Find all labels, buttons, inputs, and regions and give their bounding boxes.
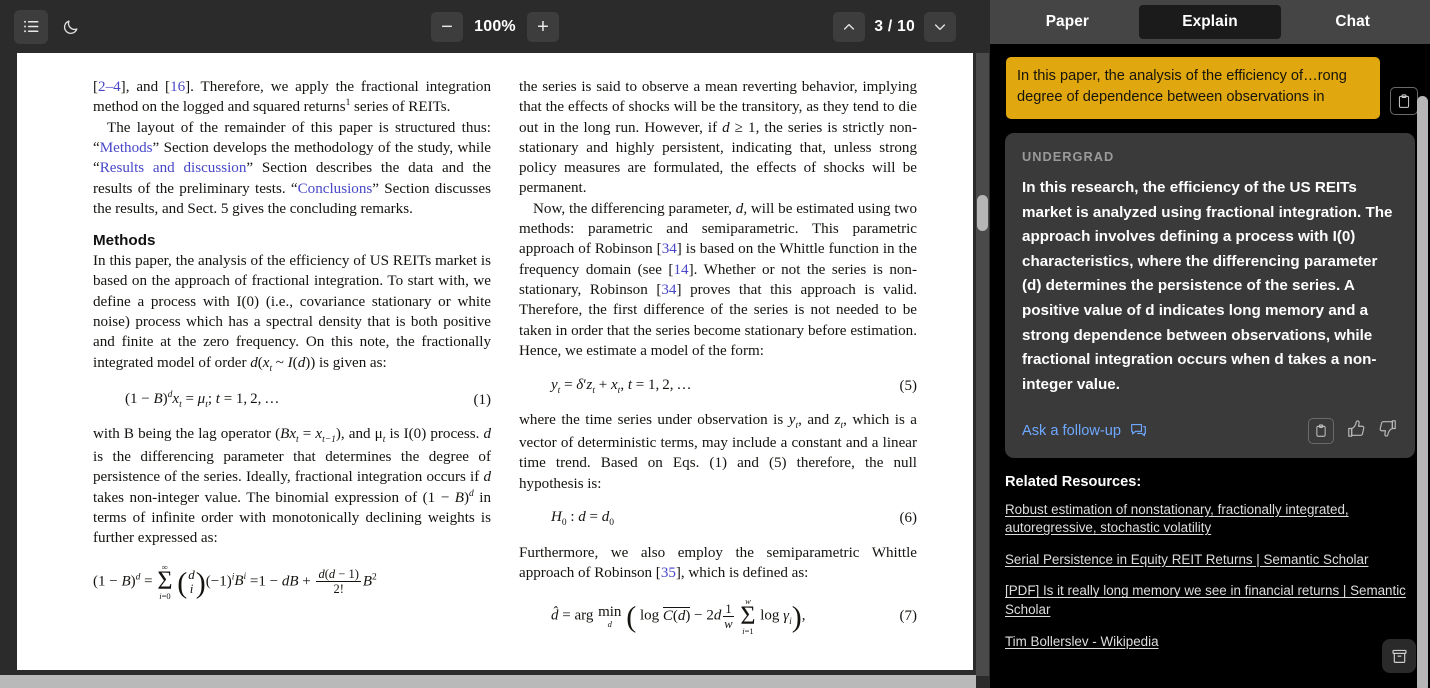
zoom-level-label: 100% — [474, 17, 516, 35]
related-resources: Related Resources: Robust estimation of … — [990, 458, 1430, 652]
paragraph: In this paper, the analysis of the effic… — [93, 253, 491, 374]
toolbar-left-group — [0, 9, 88, 44]
related-resource-link[interactable]: Tim Bollerslev - Wikipedia — [1005, 633, 1415, 652]
feedback-icons — [1308, 417, 1398, 444]
tab-paper[interactable]: Paper — [996, 5, 1139, 39]
pdf-page: [2–4], and [16]. Therefore, we apply the… — [17, 53, 973, 670]
pdf-toolbar: − 100% + 3 / 10 — [0, 0, 990, 53]
equation-number: (7) — [899, 607, 918, 624]
vertical-scrollbar[interactable] — [976, 53, 989, 676]
citation-link[interactable]: 34 — [661, 282, 676, 298]
page-indicator: 3 / 10 — [874, 17, 915, 35]
chat-bubble-icon[interactable] — [1129, 422, 1148, 439]
paragraph: Now, the differencing parameter, d, will… — [519, 200, 917, 359]
horizontal-scrollbar[interactable] — [0, 675, 976, 688]
vertical-scrollbar-thumb[interactable] — [977, 195, 988, 231]
explanation-text: In this research, the efficiency of the … — [1022, 178, 1393, 393]
previous-page-button[interactable] — [833, 11, 866, 42]
paragraph-text: series of REITs. — [350, 99, 451, 116]
selected-text-row: In this paper, the analysis of the effic… — [990, 44, 1430, 119]
citation-link[interactable]: 14 — [673, 262, 688, 278]
tab-explain[interactable]: Explain — [1138, 5, 1282, 39]
pdf-page-area[interactable]: [2–4], and [16]. Therefore, we apply the… — [0, 53, 990, 688]
panel-scrollbar[interactable] — [1417, 96, 1428, 688]
paragraph-text: ), and μ — [335, 426, 383, 443]
horizontal-scrollbar-thumb[interactable] — [0, 675, 962, 688]
related-resources-title: Related Resources: — [1005, 473, 1142, 490]
section-link-conclusions[interactable]: Conclusions — [298, 181, 373, 197]
citation-link[interactable]: 2–4 — [98, 79, 121, 95]
equation-number: (5) — [899, 377, 918, 394]
section-heading-methods: Methods — [93, 232, 156, 250]
theme-toggle-button[interactable] — [54, 10, 88, 44]
paragraph-text: Now, the differencing parameter, — [533, 200, 736, 217]
explanation-card: UNDERGRAD In this research, the efficien… — [1005, 132, 1415, 458]
explanation-actions: Ask a follow-up — [1022, 417, 1398, 444]
related-resource-link[interactable]: Robust estimation of nonstationary, frac… — [1005, 501, 1415, 538]
paragraph-text: is the differencing parameter that deter… — [93, 449, 491, 486]
related-resource-link[interactable]: [PDF] Is it really long memory we see in… — [1005, 582, 1415, 619]
pdf-viewer: − 100% + 3 / 10 [2–4], and [16]. Therefo… — [0, 0, 990, 688]
next-page-button[interactable] — [924, 11, 956, 42]
section-link-methods[interactable]: Methods — [100, 140, 153, 156]
zoom-out-button[interactable]: − — [431, 11, 463, 42]
citation-link[interactable]: 34 — [662, 241, 677, 257]
thumbs-down-icon[interactable] — [1378, 419, 1398, 443]
paragraph: where the time series under observation … — [519, 412, 917, 492]
zoom-controls: − 100% + — [431, 11, 559, 42]
ask-followup-link[interactable]: Ask a follow-up — [1022, 423, 1121, 439]
equation-7: d̂ = arg min d ( log C(d) − 2d 1 w w Σi=1 lo… — [551, 596, 918, 636]
paragraph-text: where the time series under observation … — [519, 412, 789, 429]
archive-button[interactable] — [1382, 639, 1416, 673]
paragraph-text: with B being the lag operator ( — [93, 426, 281, 443]
panel-scrollbar-thumb[interactable] — [1417, 96, 1428, 688]
paragraph-text: is I(0) process. — [385, 426, 484, 443]
paragraph-text: ], which is defined as: — [675, 565, 809, 582]
paragraph: Furthermore, we also employ the semipara… — [519, 543, 917, 584]
related-resource-link[interactable]: Serial Persistence in Equity REIT Return… — [1005, 551, 1415, 570]
page-navigation: 3 / 10 — [833, 11, 956, 42]
paragraph-text: , and — [798, 412, 835, 429]
paper-column-left: [2–4], and [16]. Therefore, we apply the… — [93, 77, 491, 648]
equation-number: (6) — [899, 510, 918, 527]
paper-column-right: the series is said to observe a mean rev… — [519, 77, 917, 648]
tab-chat[interactable]: Chat — [1281, 5, 1424, 39]
equation-6: H0 : d = d0 (6) — [551, 509, 918, 529]
paragraph-text: takes non-integer value. The binomial ex… — [93, 489, 423, 506]
equation-1: (1 − B)dxt = μt; t = 1, 2, … (1) — [125, 390, 492, 411]
app-root: − 100% + 3 / 10 [2–4], and [16]. Therefo… — [0, 0, 1430, 688]
copy-selection-button[interactable] — [1390, 87, 1418, 115]
paragraph-text: In this paper, the analysis of the effic… — [93, 253, 491, 371]
paragraph: [2–4], and [16]. Therefore, we apply the… — [93, 79, 492, 116]
zoom-in-button[interactable]: + — [527, 11, 559, 42]
paragraph-text: ], and [ — [120, 79, 171, 95]
citation-link[interactable]: 16 — [170, 79, 185, 95]
copy-explanation-button[interactable] — [1308, 417, 1334, 444]
equation-binomial: (1 − B)d = ∞ Σi=0 (d i)(−1)iBi =1 − dB + d… — [93, 561, 377, 601]
outline-toggle-button[interactable] — [14, 9, 48, 44]
paragraph: The layout of the remainder of this pape… — [93, 118, 491, 219]
panel-tabs: Paper Explain Chat — [990, 0, 1430, 44]
section-link-results[interactable]: Results and discussion — [100, 160, 247, 176]
equation-5: yt = δ′zt + xt, t = 1, 2, … (5) — [551, 376, 918, 396]
paragraph-text: is given as: — [318, 354, 387, 371]
highlighted-selection: In this paper, the analysis of the effic… — [1006, 57, 1380, 119]
citation-link[interactable]: 35 — [661, 565, 676, 581]
assistant-panel: Paper Explain Chat In this paper, the an… — [990, 0, 1430, 688]
panel-content: In this paper, the analysis of the effic… — [990, 44, 1430, 688]
thumbs-up-icon[interactable] — [1346, 419, 1366, 443]
explanation-level-label: UNDERGRAD — [1022, 148, 1115, 164]
paragraph: the series is said to observe a mean rev… — [519, 79, 917, 197]
page-columns: [2–4], and [16]. Therefore, we apply the… — [93, 77, 917, 648]
paragraph: with B being the lag operator (Bxt = xt−… — [93, 426, 491, 547]
equation-number: (1) — [473, 391, 492, 408]
